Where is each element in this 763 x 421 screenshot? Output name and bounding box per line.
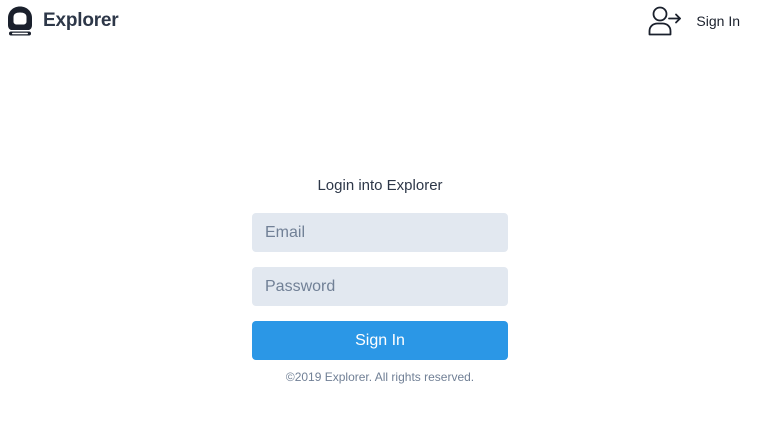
brand-link[interactable]: Explorer xyxy=(6,5,119,37)
header-signin-label: Sign In xyxy=(696,13,740,29)
brand-name: Explorer xyxy=(43,10,119,31)
sign-in-button[interactable]: Sign In xyxy=(252,321,508,360)
password-field[interactable] xyxy=(252,267,508,306)
user-arrow-right-icon xyxy=(649,6,682,36)
astronaut-helmet-icon xyxy=(8,6,32,36)
email-field[interactable] xyxy=(252,213,508,252)
page: Explorer Sign In Login into Explorer Sig… xyxy=(0,0,763,421)
top-navbar: Explorer Sign In xyxy=(0,0,763,42)
login-form: Login into Explorer Sign In ©2019 Explor… xyxy=(252,176,508,384)
header-signin-link[interactable]: Sign In xyxy=(648,5,740,37)
copyright-text: ©2019 Explorer. All rights reserved. xyxy=(285,370,475,384)
login-title: Login into Explorer xyxy=(317,177,443,194)
